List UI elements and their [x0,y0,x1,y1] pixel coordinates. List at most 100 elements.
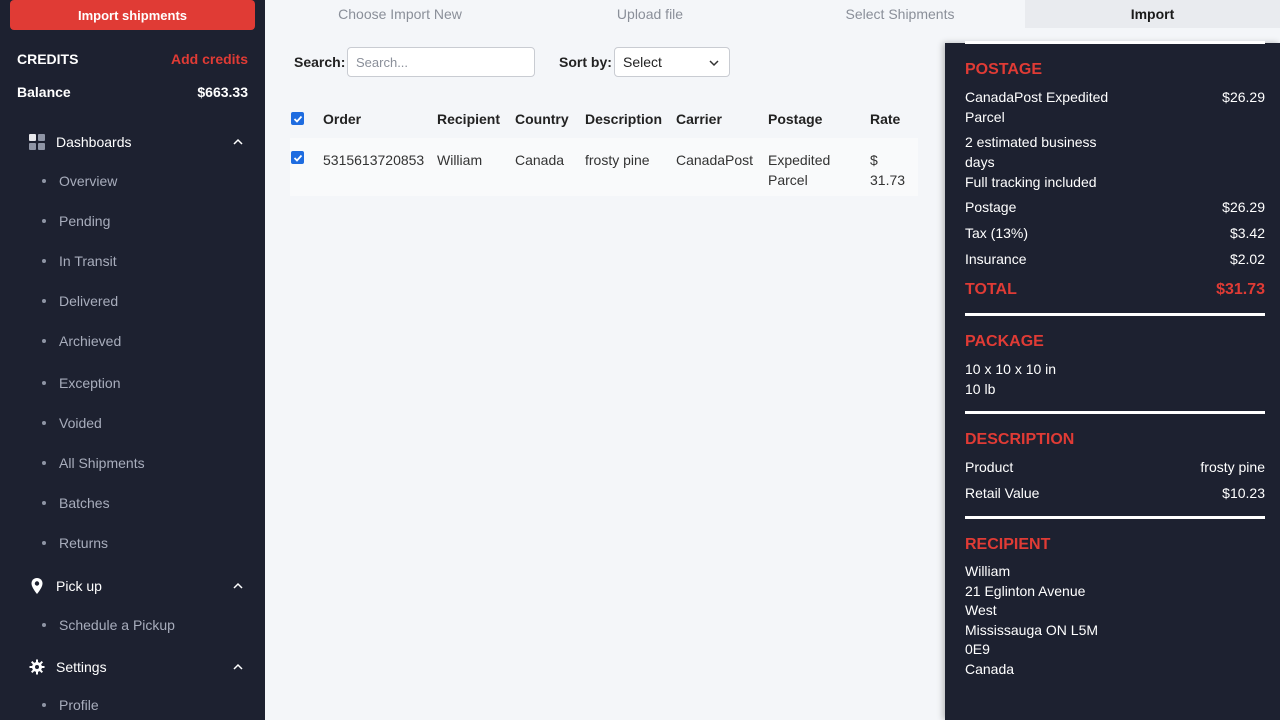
tax-value: $3.42 [1229,225,1265,241]
sidebar-item-schedule-pickup[interactable]: Schedule a Pickup [0,614,265,636]
sidebar-item-label: Pending [59,213,111,229]
postage-service-price: $26.29 [1222,89,1265,105]
cell-rate: $ 31.73 [870,150,905,190]
cell-postage: Expedited Parcel [768,150,830,190]
divider [965,313,1265,316]
sidebar-item-pending[interactable]: Pending [0,210,265,232]
nav-section-settings[interactable]: Settings [0,655,265,679]
description-title: DESCRIPTION [965,431,1075,448]
sort-select[interactable]: Select [614,47,730,77]
sidebar-item-label: Schedule a Pickup [59,617,175,633]
column-header-description[interactable]: Description [585,111,662,127]
sidebar-item-label: Returns [59,535,109,551]
cell-postage-line2: Parcel [768,172,808,188]
retail-value-label: Retail Value [965,485,1040,501]
recipient-city-line2: 0E9 [965,641,990,657]
sidebar-item-archieved[interactable]: Archieved [0,330,265,352]
sidebar-item-label: Overview [59,173,118,189]
column-header-rate[interactable]: Rate [870,111,900,127]
sidebar-item-overview[interactable]: Overview [0,170,265,192]
column-header-order[interactable]: Order [323,111,361,127]
sidebar-item-label: Delivered [59,293,119,309]
package-title: PACKAGE [965,333,1044,350]
bullet-icon [42,219,46,223]
credits-label: CREDITS [17,51,79,67]
step-choose-import[interactable]: Choose Import New [265,0,535,28]
column-header-country[interactable]: Country [515,111,569,127]
column-header-carrier[interactable]: Carrier [676,111,722,127]
add-credits-link[interactable]: Add credits [171,51,248,67]
bullet-icon [42,623,46,627]
sidebar-item-all-shipments[interactable]: All Shipments [0,452,265,474]
step-import[interactable]: Import [1025,0,1280,28]
bullet-icon [42,541,46,545]
sidebar-item-profile[interactable]: Profile [0,694,265,716]
credits-row: CREDITS Add credits [17,51,248,67]
sidebar-item-in-transit[interactable]: In Transit [0,250,265,272]
cell-country: Canada [515,152,565,168]
search-input[interactable] [347,47,535,77]
bullet-icon [42,259,46,263]
row-checkbox[interactable] [291,151,304,164]
product-value: frosty pine [1200,459,1265,475]
select-all-checkbox[interactable] [291,112,304,125]
import-stepper: Choose Import New Upload file Select Shi… [265,0,1280,28]
cell-rate-amount: 31.73 [870,172,906,188]
total-label: TOTAL [965,281,1017,298]
bullet-icon [42,299,46,303]
dashboard-icon [28,133,46,151]
postage-estimate-line2: days [965,154,995,170]
sidebar-item-label: All Shipments [59,455,145,471]
sidebar: Import shipments CREDITS Add credits Bal… [0,0,265,720]
bullet-icon [42,179,46,183]
cell-postage-line1: Expedited [768,152,831,168]
step-upload-file[interactable]: Upload file [515,0,785,28]
sidebar-item-exception[interactable]: Exception [0,372,265,394]
tax-label: Tax (13%) [965,225,1029,241]
column-header-recipient[interactable]: Recipient [437,111,500,127]
sidebar-item-delivered[interactable]: Delivered [0,290,265,312]
step-select-shipments[interactable]: Select Shipments [765,0,1035,28]
sort-label: Sort by: [559,54,612,70]
postage-label: Postage [965,199,1017,215]
recipient-address: William 21 Eglinton Avenue West Mississa… [965,562,1098,679]
postage-value: $26.29 [1222,199,1265,215]
column-header-postage[interactable]: Postage [768,111,822,127]
check-icon [293,115,302,123]
cell-rate-currency: $ [870,152,878,168]
sidebar-item-returns[interactable]: Returns [0,532,265,554]
nav-section-label: Dashboards [56,134,132,150]
balance-row: Balance $663.33 [17,84,248,100]
bullet-icon [42,381,46,385]
sidebar-item-label: Voided [59,415,102,431]
nav-section-dashboards[interactable]: Dashboards [0,130,265,154]
shipment-summary-panel: POSTAGE CanadaPost Expedited Parcel $26.… [945,41,1280,720]
postage-title: POSTAGE [965,61,1043,78]
nav-section-label: Settings [56,659,107,675]
package-dimensions: 10 x 10 x 10 in [965,361,1057,377]
cell-recipient: William [437,152,483,168]
chevron-up-icon[interactable] [233,137,243,147]
sidebar-item-batches[interactable]: Batches [0,492,265,514]
sidebar-item-voided[interactable]: Voided [0,412,265,434]
cell-carrier: CanadaPost [676,152,754,168]
check-icon [293,154,302,162]
insurance-label: Insurance [965,251,1027,267]
divider [965,41,1265,44]
chevron-up-icon[interactable] [233,662,243,672]
postage-service: CanadaPost Expedited Parcel [965,87,1108,127]
bullet-icon [42,703,46,707]
cell-order: 5315613720853 [323,152,425,168]
location-pin-icon [28,577,46,595]
insurance-value: $2.02 [1229,251,1265,267]
chevron-up-icon[interactable] [233,581,243,591]
sidebar-item-label: In Transit [59,253,117,269]
recipient-name: William [965,563,1011,579]
recipient-title: RECIPIENT [965,536,1051,553]
import-shipments-button[interactable]: Import shipments [10,0,255,30]
postage-service-line1: CanadaPost Expedited [965,89,1109,105]
cell-description: frosty pine [585,152,650,168]
product-label: Product [965,459,1014,475]
postage-tracking: Full tracking included [965,174,1097,190]
nav-section-pickup[interactable]: Pick up [0,574,265,598]
